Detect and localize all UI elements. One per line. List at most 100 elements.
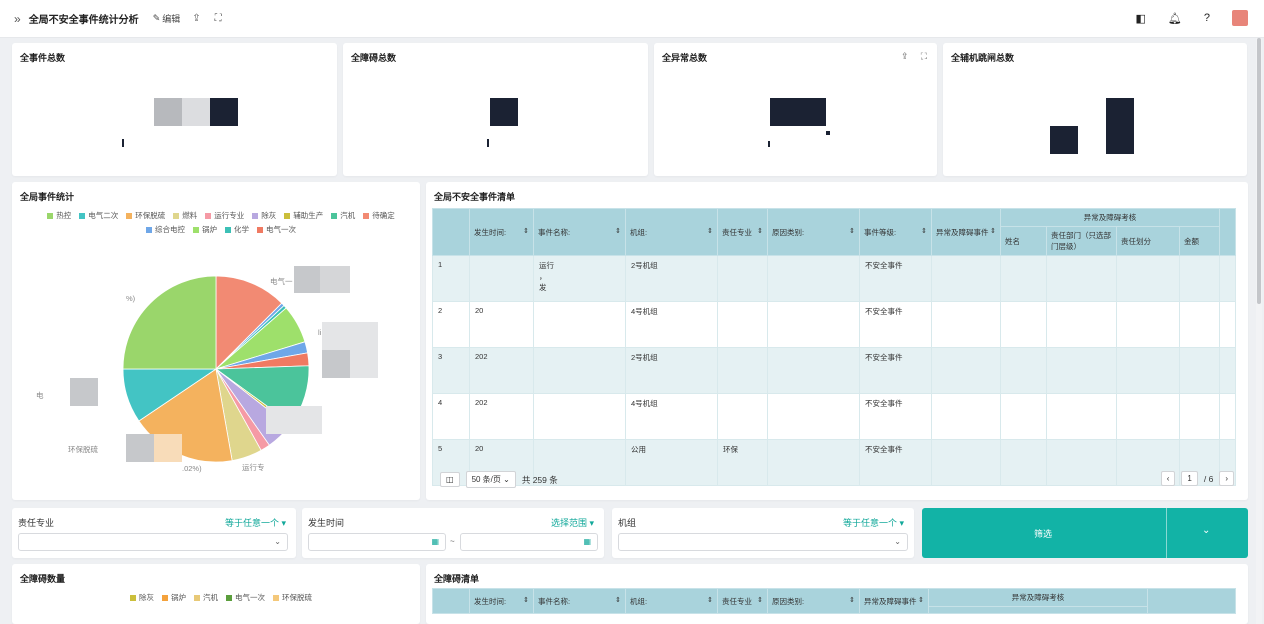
chevron-down-icon[interactable]: ⌄ <box>1202 525 1210 536</box>
redacted-label <box>154 434 182 462</box>
legend-item[interactable]: 汽机 <box>194 592 218 603</box>
page-input[interactable]: 1 <box>1181 471 1198 486</box>
col-header-time[interactable]: 发生时间: ⇕ <box>469 588 534 614</box>
col-header-unit[interactable]: 机组: ⇕ <box>625 588 718 614</box>
col-header-spec[interactable]: 责任专业 ⇕ <box>717 208 768 256</box>
prev-page-button[interactable]: ‹ <box>1160 471 1176 486</box>
cell-unit: 公用 <box>625 439 718 486</box>
sort-icon: ⇕ <box>615 596 621 604</box>
cell-unit: 2号机组 <box>625 255 718 302</box>
table-row[interactable]: 4 202 4号机组 不安全事件 <box>432 393 1236 440</box>
filter-mode-select[interactable]: 选择范围 ▾ <box>551 516 594 529</box>
column-settings-icon[interactable]: ◫ <box>440 472 460 487</box>
redacted-label <box>126 434 154 462</box>
legend-label: 电气一次 <box>235 593 265 602</box>
cell-time: 202 <box>469 393 534 440</box>
fullscreen-icon[interactable]: ⛶ <box>921 51 927 62</box>
pagination-left: ◫ 50 条/页 ⌄ 共 259 条 <box>440 471 558 488</box>
col-header-dept: 责任部门（只选部门层级） <box>1046 226 1117 256</box>
page-size-select[interactable]: 50 条/页 ⌄ <box>465 471 516 488</box>
event-table: 发生时间: ⇕ 事件名称: ⇕ 机组: ⇕ 责任专业 ⇕ 原因类别: ⇕ 事件等级: ⇕ 异… <box>432 208 1236 486</box>
total-count: 共 259 条 <box>521 474 558 485</box>
chevron-down-icon: ⌄ <box>503 475 510 484</box>
cell-index: 1 <box>432 255 470 302</box>
bell-icon[interactable]: 🔔︎ <box>1168 12 1182 25</box>
cell-level: 不安全事件 <box>859 439 932 486</box>
cell-name <box>533 347 626 394</box>
filter-mode-select[interactable]: 等于任意一个 ▾ <box>225 516 286 529</box>
cell-empty <box>931 347 1001 394</box>
col-header-reason[interactable]: 原因类别: ⇕ <box>767 208 860 256</box>
double-chevron-right-icon[interactable]: » <box>14 12 21 26</box>
col-header-level[interactable]: 事件等级: ⇕ <box>859 208 932 256</box>
end-date-input[interactable]: ▦ <box>460 533 598 551</box>
share-icon[interactable]: ⇪ <box>192 13 200 24</box>
table-row[interactable]: 2 20 4号机组 不安全事件 <box>432 301 1236 348</box>
col-header-spec[interactable]: 责任专业 ⇕ <box>717 588 768 614</box>
card-title: 全障碍清单 <box>434 574 480 584</box>
legend-label: 锅炉 <box>171 593 186 602</box>
event-stats-card: 全局事件统计 热控 电气二次 环保脱硫 燃料 运行专业 除灰 辅助生产 汽机 待确定 综合电控 锅炉… <box>12 182 420 500</box>
pie-slice[interactable] <box>122 275 217 370</box>
page-count: / 6 <box>1203 473 1214 484</box>
col-header-division: 责任划分 <box>1116 226 1180 256</box>
filter-label: 责任专业 <box>18 518 55 528</box>
edit-button[interactable]: ✎ 编辑 <box>153 12 181 25</box>
legend-item[interactable]: 环保脱硫 <box>273 592 312 603</box>
sort-icon: ⇕ <box>849 227 855 235</box>
table-row[interactable]: 3 202 2号机组 不安全事件 <box>432 347 1236 394</box>
cell-empty <box>1046 439 1117 486</box>
sort-icon: ⇕ <box>921 227 927 235</box>
pencil-icon: ✎ <box>152 13 161 23</box>
legend-swatch <box>130 594 136 601</box>
kpi-card-events: 全事件总数 <box>12 43 337 176</box>
col-header-name[interactable]: 事件名称: ⇕ <box>533 588 626 614</box>
cell-reason <box>767 301 860 348</box>
sort-icon: ⇕ <box>757 227 763 235</box>
cell-empty <box>1000 347 1047 394</box>
panel-icon[interactable]: ◧ <box>1136 12 1146 25</box>
help-icon[interactable]: ? <box>1204 12 1210 24</box>
spec-select[interactable]: ⌄ <box>18 533 288 551</box>
cell-empty <box>931 439 1001 486</box>
share-icon[interactable]: ⇪ <box>901 51 909 62</box>
scrollbar-thumb[interactable] <box>1257 38 1261 304</box>
cell-name <box>533 393 626 440</box>
unit-select[interactable]: ⌄ <box>618 533 908 551</box>
start-date-input[interactable]: ▦ <box>308 533 446 551</box>
col-header-reason[interactable]: 原因类别: ⇕ <box>767 588 860 614</box>
col-group-header: 异常及障碍考核 <box>928 588 1148 607</box>
col-header-anomaly[interactable]: 异常及障碍事件 ⇕ <box>931 208 1001 256</box>
cell-empty <box>1000 393 1047 440</box>
col-header-name[interactable]: 事件名称: ⇕ <box>533 208 626 256</box>
cell-empty <box>1219 255 1236 302</box>
kpi-title: 全异常总数 <box>662 53 708 63</box>
col-subheader <box>928 606 1148 614</box>
filter-button-label: 筛选 <box>1034 529 1053 539</box>
cell-unit: 4号机组 <box>625 393 718 440</box>
legend-label: 除灰 <box>139 593 154 602</box>
filter-button[interactable]: 筛选 ⌄ <box>922 508 1248 558</box>
redacted-label <box>350 350 378 378</box>
legend-swatch <box>194 594 200 601</box>
kpi-value-mark <box>768 141 770 147</box>
kpi-value-block <box>1050 126 1078 154</box>
chevron-down-icon: ⌄ <box>894 537 901 546</box>
col-header-anomaly[interactable]: 异常及障碍事件 ⇕ <box>859 588 929 614</box>
col-header-unit[interactable]: 机组: ⇕ <box>625 208 718 256</box>
legend-item[interactable]: 电气一次 <box>226 592 265 603</box>
fullscreen-icon[interactable]: ⛶ <box>215 13 222 24</box>
cell-index: 4 <box>432 393 470 440</box>
legend-item[interactable]: 除灰 <box>130 592 154 603</box>
avatar[interactable] <box>1232 10 1248 26</box>
filter-mode-select[interactable]: 等于任意一个 ▾ <box>843 516 904 529</box>
filter-unit: 机组 等于任意一个 ▾ ⌄ <box>612 508 914 558</box>
col-header-time[interactable]: 发生时间: ⇕ <box>469 208 534 256</box>
cell-empty <box>1179 301 1220 348</box>
kpi-value-block <box>182 98 210 126</box>
legend-item[interactable]: 锅炉 <box>162 592 186 603</box>
kpi-card-anomalies: 全异常总数 ⇪ ⛶ <box>654 43 937 176</box>
sort-icon: ⇕ <box>615 227 621 235</box>
next-page-button[interactable]: › <box>1219 471 1234 486</box>
table-row[interactable]: 1 运行 ， 发 2号机组 不安全事件 <box>432 255 1236 302</box>
